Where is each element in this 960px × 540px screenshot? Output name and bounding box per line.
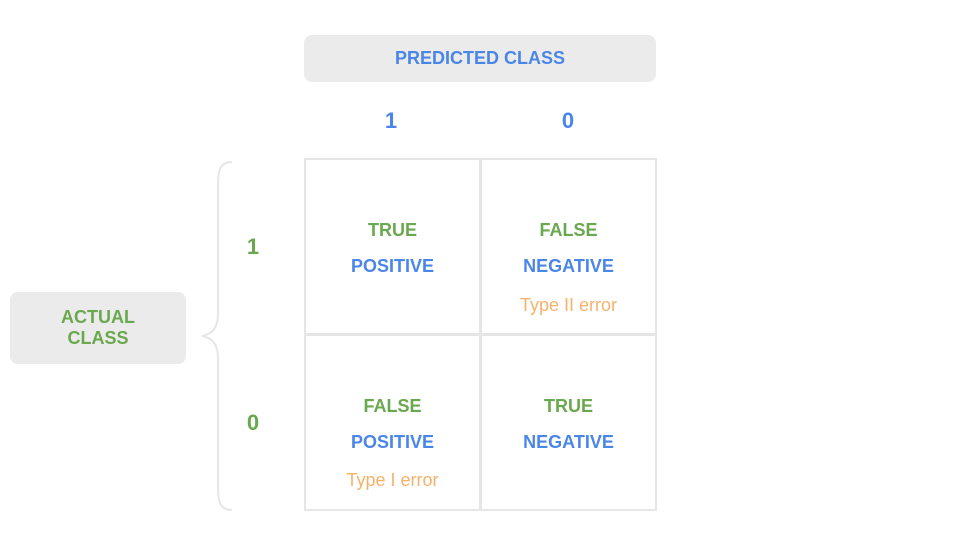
error-type-note: Type II error	[519, 295, 618, 315]
predicted-class-header: PREDICTED CLASS	[304, 35, 656, 82]
cell-false-negative: FALSE NEGATIVE Type II error	[480, 158, 657, 335]
cell-word-1: FALSE	[539, 220, 598, 240]
cell-false-positive: FALSE POSITIVE Type I error	[304, 334, 481, 511]
actual-class-header: ACTUAL CLASS	[10, 292, 186, 364]
row-label-0: 0	[246, 410, 260, 435]
predicted-class-label: PREDICTED CLASS	[394, 48, 565, 68]
cell-word-2: NEGATIVE	[523, 256, 614, 276]
cell-true-positive: TRUE POSITIVE	[304, 158, 481, 335]
actual-class-label-line1: ACTUAL	[61, 307, 135, 327]
error-type-note: Type I error	[346, 470, 439, 490]
cell-word-2: POSITIVE	[350, 256, 435, 276]
cell-word-1: FALSE	[363, 396, 422, 416]
column-label-0: 0	[561, 108, 575, 133]
confusion-matrix: TRUE POSITIVE FALSE NEGATIVE Type II err…	[304, 158, 657, 512]
cell-word-2: POSITIVE	[350, 432, 435, 452]
row-label-1: 1	[246, 234, 260, 259]
cell-word-1: TRUE	[368, 220, 417, 240]
actual-class-label-line2: CLASS	[67, 328, 129, 348]
cell-true-negative: TRUE NEGATIVE	[480, 334, 657, 511]
cell-word-1: TRUE	[544, 396, 593, 416]
cell-word-2: NEGATIVE	[523, 432, 614, 452]
column-label-1: 1	[384, 108, 398, 133]
row-brace	[201, 161, 233, 511]
